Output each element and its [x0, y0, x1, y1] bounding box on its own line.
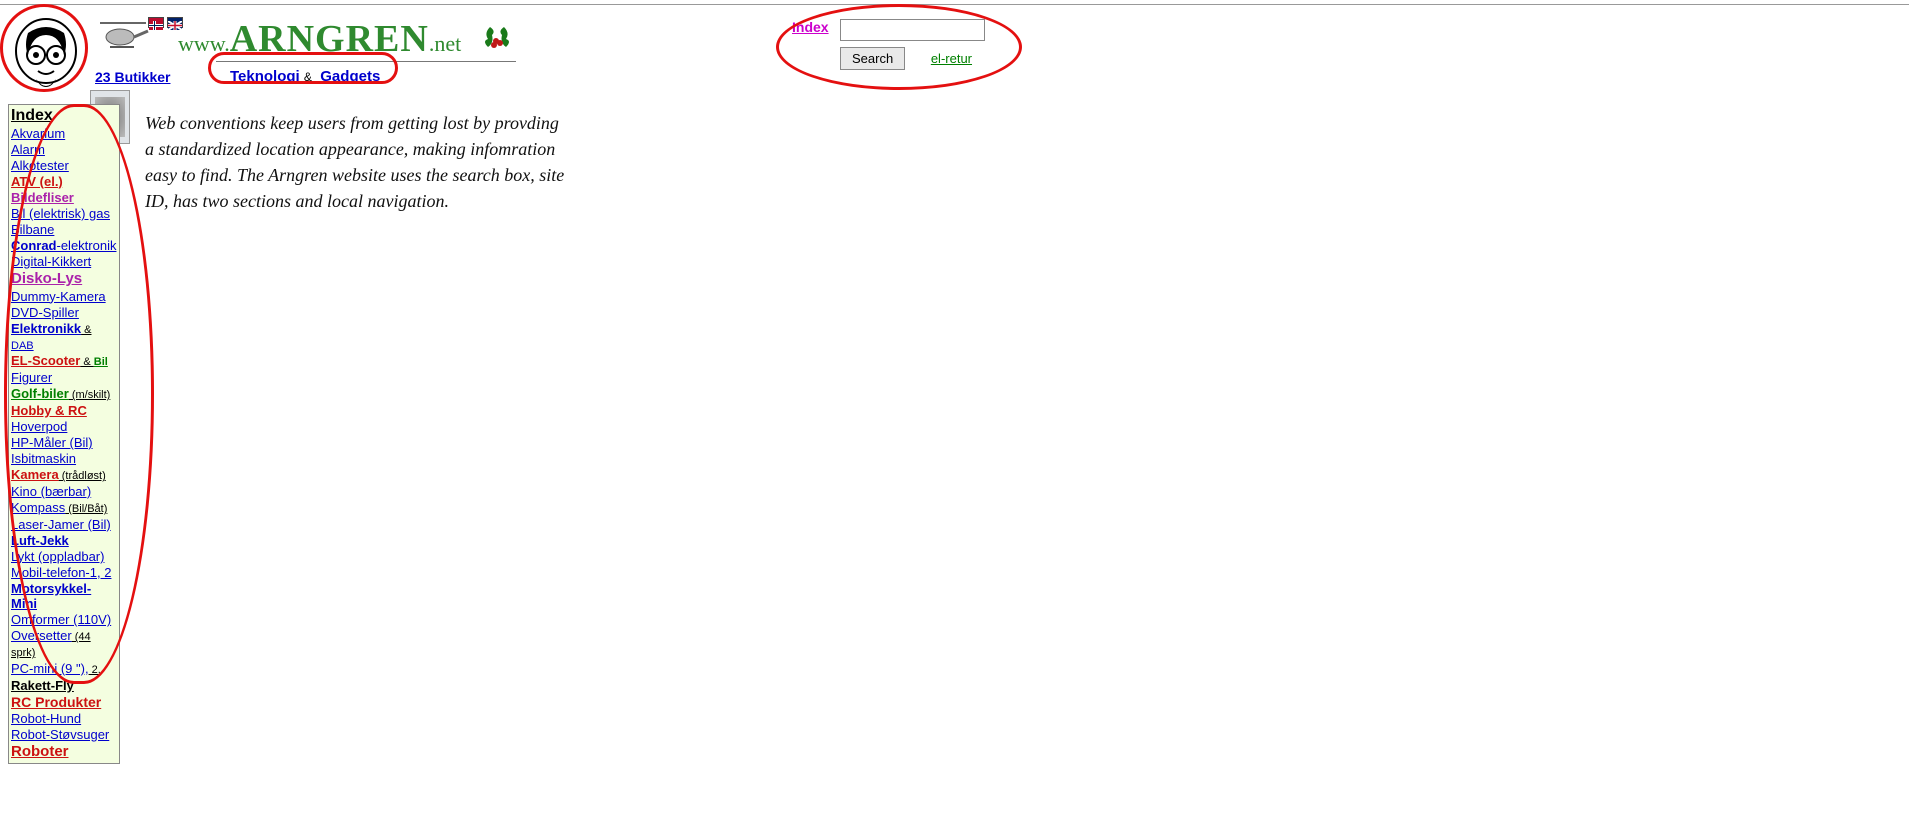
sidebar-item: EL-Scooter & Bil	[11, 353, 117, 370]
search-area: Index Search el-retur	[792, 19, 985, 70]
sidebar-link[interactable]: Bildefliser	[11, 190, 74, 205]
sidebar-item: Luft-Jekk	[11, 533, 117, 549]
face-logo-icon	[8, 15, 86, 97]
sidebar-item: ATV (el.)	[11, 174, 117, 190]
sidebar-link[interactable]: Robot-Hund	[11, 711, 81, 726]
sidebar-link[interactable]: Luft-Jekk	[11, 533, 69, 548]
body-annotation-text: Web conventions keep users from getting …	[145, 110, 565, 214]
sidebar-link[interactable]: Elektronikk	[11, 321, 81, 336]
sidebar-link[interactable]: Mobil-telefon-1, 2	[11, 565, 111, 580]
sidebar-item: Robot-Hund	[11, 711, 117, 727]
sidebar-link[interactable]: Rakett-Fly	[11, 678, 74, 693]
sidebar-item: Motorsykkel-Mini	[11, 581, 117, 612]
sidebar-link[interactable]: Oversetter	[11, 628, 72, 643]
sidebar-link[interactable]: Hoverpod	[11, 419, 67, 434]
sidebar-item: Hoverpod	[11, 419, 117, 435]
sidebar-link[interactable]: Robot-Støvsuger	[11, 727, 109, 742]
sidebar-link[interactable]: Alarm	[11, 142, 45, 157]
helicopter-icon	[94, 17, 152, 51]
sidebar-link[interactable]: Bil (elektrisk) gas	[11, 206, 110, 221]
sidebar-item: Akvarium	[11, 126, 117, 142]
sidebar-item: Digital-Kikkert	[11, 254, 117, 270]
sidebar-item: Oversetter (44 sprk)	[11, 628, 117, 661]
sidebar-link[interactable]: Omformer (110V)	[11, 612, 111, 627]
sidebar-link[interactable]: DVD-Spiller	[11, 305, 79, 320]
sidebar-link[interactable]: Bil	[94, 356, 108, 368]
butikker-link[interactable]: 23 Butikker	[95, 69, 170, 85]
sidebar-link[interactable]: Kino (bærbar)	[11, 484, 91, 499]
sidebar: Index AkvariumAlarmAlkotesterATV (el.)Bi…	[8, 104, 120, 764]
sidebar-link[interactable]: HP-Måler (Bil)	[11, 435, 93, 450]
sidebar-item: RC Produkter	[11, 694, 117, 711]
sidebar-item: Isbitmaskin	[11, 451, 117, 467]
sidebar-link[interactable]: Figurer	[11, 370, 52, 385]
sidebar-link[interactable]: Disko-Lys	[11, 270, 82, 287]
sidebar-item: Elektronikk & DAB	[11, 321, 117, 354]
search-index-link[interactable]: Index	[792, 19, 829, 35]
sidebar-link[interactable]: EL-Scooter	[11, 353, 80, 368]
sidebar-link[interactable]: Kompass	[11, 500, 65, 515]
sidebar-link[interactable]: Isbitmaskin	[11, 451, 76, 466]
sidebar-item: Mobil-telefon-1, 2	[11, 565, 117, 581]
sidebar-link[interactable]: DAB	[11, 340, 34, 352]
sidebar-link[interactable]: Laser-Jamer (Bil)	[11, 517, 111, 532]
sidebar-item: Disko-Lys	[11, 270, 117, 288]
sidebar-link[interactable]: Roboter	[11, 743, 69, 760]
sidebar-link[interactable]: Bilbane	[11, 222, 54, 237]
sidebar-item: Rakett-Fly	[11, 678, 117, 694]
holly-icon	[480, 23, 514, 53]
sidebar-item: Roboter	[11, 743, 117, 761]
sidebar-item: Omformer (110V)	[11, 612, 117, 628]
sidebar-title[interactable]: Index	[11, 107, 117, 126]
subnav-teknologi[interactable]: Teknologi	[230, 68, 300, 85]
sidebar-item: Hobby & RC	[11, 403, 117, 419]
sidebar-link[interactable]: Motorsykkel-Mini	[11, 581, 91, 611]
sidebar-item: Golf-biler (m/skilt)	[11, 386, 117, 403]
sidebar-item: Dummy-Kamera	[11, 289, 117, 305]
site-logo: www.ARNGREN.net	[178, 17, 461, 61]
sidebar-link[interactable]: PC-mini (9 "),	[11, 661, 89, 676]
sidebar-item: Conrad-elektronik	[11, 238, 117, 254]
sidebar-link[interactable]: RC Produkter	[11, 694, 101, 710]
sidebar-link[interactable]: ATV (el.)	[11, 174, 63, 189]
subnav: Teknologi & Gadgets	[216, 61, 516, 85]
sidebar-link[interactable]: Akvarium	[11, 126, 65, 141]
search-input[interactable]	[840, 19, 985, 41]
sidebar-link[interactable]: Alkotester	[11, 158, 69, 173]
sidebar-item: Kamera (trådløst)	[11, 467, 117, 484]
subnav-amp: &	[304, 70, 312, 84]
sidebar-item: DVD-Spiller	[11, 305, 117, 321]
sidebar-item: Robot-Støvsuger	[11, 727, 117, 743]
elretur-link[interactable]: el-retur	[931, 51, 972, 66]
sidebar-link[interactable]: Golf-biler	[11, 386, 69, 401]
sidebar-item: Bil (elektrisk) gas	[11, 206, 117, 222]
sidebar-item: Kompass (Bil/Båt)	[11, 500, 117, 517]
sidebar-link[interactable]: Conrad-elektronik	[11, 238, 116, 253]
search-button[interactable]: Search	[840, 47, 905, 70]
sidebar-link[interactable]: Lykt (oppladbar)	[11, 549, 104, 564]
sidebar-link[interactable]: Dummy-Kamera	[11, 289, 106, 304]
sidebar-item: Kino (bærbar)	[11, 484, 117, 500]
sidebar-item: Lykt (oppladbar)	[11, 549, 117, 565]
subnav-gadgets[interactable]: Gadgets	[320, 68, 380, 85]
sidebar-item: Bilbane	[11, 222, 117, 238]
sidebar-item: Figurer	[11, 370, 117, 386]
sidebar-item: PC-mini (9 "), 2.	[11, 661, 117, 678]
sidebar-link[interactable]: Kamera	[11, 467, 59, 482]
sidebar-item: HP-Måler (Bil)	[11, 435, 117, 451]
sidebar-item: Alarm	[11, 142, 117, 158]
sidebar-item: Bildefliser	[11, 190, 117, 206]
sidebar-item: Alkotester	[11, 158, 117, 174]
sidebar-link[interactable]: Hobby & RC	[11, 403, 87, 418]
flag-norway-icon[interactable]	[148, 17, 164, 28]
sidebar-item: Laser-Jamer (Bil)	[11, 517, 117, 533]
sidebar-link[interactable]: Digital-Kikkert	[11, 254, 91, 269]
